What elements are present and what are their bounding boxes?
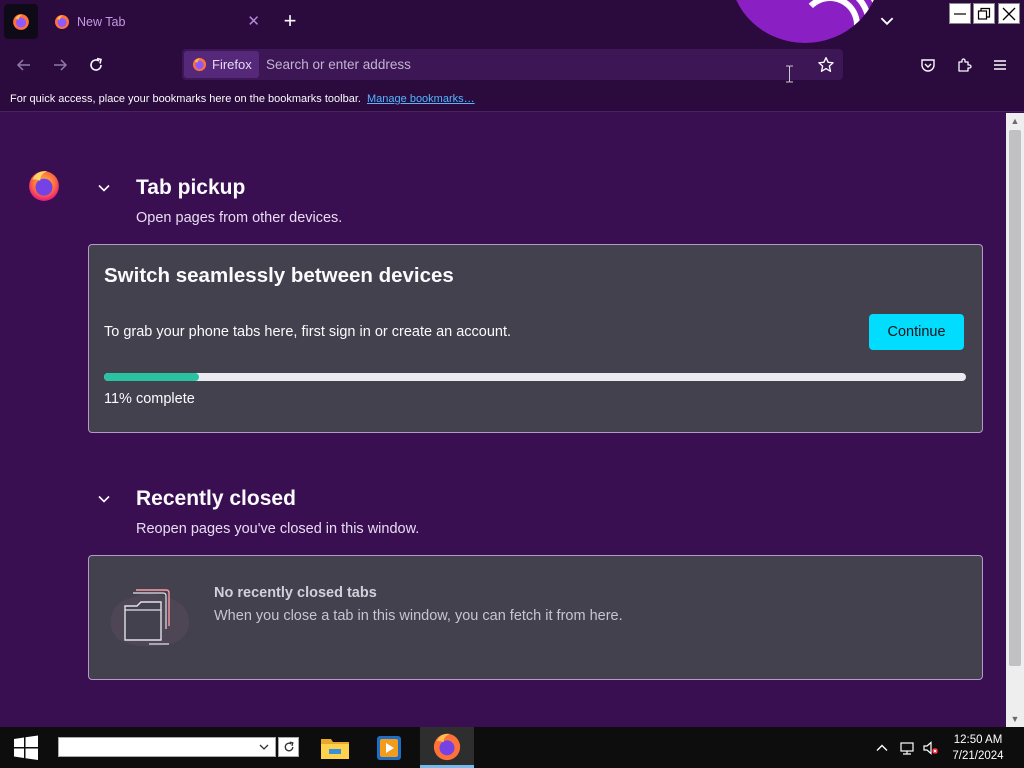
network-icon[interactable] xyxy=(899,740,915,756)
search-refresh-button[interactable] xyxy=(278,737,299,757)
continue-button[interactable]: Continue xyxy=(869,314,964,350)
url-bar[interactable]: Firefox xyxy=(182,49,843,80)
address-input[interactable] xyxy=(266,49,786,80)
identity-label: Firefox xyxy=(212,57,252,72)
firefox-icon xyxy=(29,171,59,201)
recently-closed-card: No recently closed tabs When you close a… xyxy=(88,555,983,680)
recently-closed-title: Recently closed xyxy=(136,487,296,510)
extensions-icon xyxy=(958,58,972,72)
empty-state-text: When you close a tab in this window, you… xyxy=(214,608,623,624)
restore-icon xyxy=(977,7,991,20)
bookmarks-toolbar: For quick access, place your bookmarks h… xyxy=(0,86,1024,112)
setup-progress-fill xyxy=(104,373,199,381)
hamburger-menu-icon xyxy=(994,60,1006,70)
firefox-view-button[interactable] xyxy=(4,4,38,39)
reload-button[interactable] xyxy=(84,53,108,77)
firefox-icon xyxy=(13,13,29,30)
app-menu-button[interactable] xyxy=(988,53,1012,77)
setup-progress-label: 11% complete xyxy=(104,391,195,407)
start-button[interactable] xyxy=(0,727,52,768)
tab-title: New Tab xyxy=(77,15,126,29)
forward-arrow-icon xyxy=(54,59,68,71)
text-cursor-icon xyxy=(786,65,793,83)
scroll-up-icon[interactable]: ▲ xyxy=(1006,113,1024,129)
tab-pickup-card-title: Switch seamlessly between devices xyxy=(104,264,454,287)
taskbar-firefox[interactable] xyxy=(420,727,474,768)
forward-button[interactable] xyxy=(48,53,72,77)
reload-icon xyxy=(90,57,102,71)
pocket-button[interactable] xyxy=(916,53,940,77)
windows-start-icon xyxy=(14,735,38,760)
extensions-button[interactable] xyxy=(952,53,976,77)
clock-time: 12:50 AM xyxy=(953,734,1003,746)
reload-icon xyxy=(284,741,294,752)
firefox-icon xyxy=(192,57,207,72)
close-icon[interactable]: ✕ xyxy=(247,13,260,31)
system-clock[interactable]: 12:50 AM 7/21/2024 xyxy=(940,732,1016,764)
restore-button[interactable] xyxy=(973,3,995,24)
tab-pickup-title: Tab pickup xyxy=(136,176,246,199)
recently-closed-subtitle: Reopen pages you've closed in this windo… xyxy=(136,521,420,537)
tab-pickup-subtitle: Open pages from other devices. xyxy=(136,210,343,226)
pocket-icon xyxy=(921,59,935,72)
navigation-toolbar: Firefox xyxy=(0,43,1024,86)
chevron-down-icon[interactable] xyxy=(96,491,112,507)
back-button[interactable] xyxy=(12,53,36,77)
tab-pickup-card-text: To grab your phone tabs here, first sign… xyxy=(104,324,512,340)
scrollbar-thumb[interactable] xyxy=(1009,130,1021,666)
taskbar-media-player[interactable] xyxy=(362,727,416,768)
media-player-icon xyxy=(377,735,401,760)
empty-state-title: No recently closed tabs xyxy=(214,585,377,601)
bookmarks-notice-text: For quick access, place your bookmarks h… xyxy=(10,93,361,105)
chevron-up-icon[interactable] xyxy=(874,740,890,756)
taskbar-search-input[interactable] xyxy=(58,737,276,757)
setup-progress-bar xyxy=(104,373,966,381)
windows-taskbar: 12:50 AM 7/21/2024 xyxy=(0,727,1024,768)
tab-strip: New Tab ✕ + xyxy=(0,0,1024,43)
scroll-down-icon[interactable]: ▼ xyxy=(1006,711,1024,727)
plus-icon[interactable]: + xyxy=(279,9,301,33)
chevron-down-icon[interactable] xyxy=(878,12,896,30)
back-arrow-icon xyxy=(16,59,30,71)
tab-pickup-card: Switch seamlessly between devices To gra… xyxy=(88,244,983,433)
firefox-icon xyxy=(55,15,69,29)
file-explorer-icon xyxy=(321,738,349,759)
tab-new-tab[interactable]: New Tab ✕ xyxy=(42,4,270,40)
chevron-down-icon[interactable] xyxy=(258,741,270,753)
minimize-button[interactable] xyxy=(949,3,971,24)
star-icon[interactable] xyxy=(817,56,835,74)
volume-muted-icon[interactable] xyxy=(922,740,938,756)
manage-bookmarks-link[interactable]: Manage bookmarks… xyxy=(367,93,475,105)
close-icon xyxy=(1002,7,1016,20)
page-scrollbar[interactable]: ▲ ▼ xyxy=(1006,113,1024,727)
minimize-icon xyxy=(954,12,966,15)
chevron-down-icon[interactable] xyxy=(96,180,112,196)
identity-box[interactable]: Firefox xyxy=(184,51,259,78)
close-window-button[interactable] xyxy=(998,3,1020,24)
theme-decoration xyxy=(730,0,880,43)
empty-tabs-illustration xyxy=(110,589,189,647)
firefox-icon xyxy=(433,733,461,761)
clock-date: 7/21/2024 xyxy=(952,750,1004,762)
taskbar-file-explorer[interactable] xyxy=(308,727,362,768)
firefox-view-page: Tab pickup Open pages from other devices… xyxy=(0,113,1006,727)
